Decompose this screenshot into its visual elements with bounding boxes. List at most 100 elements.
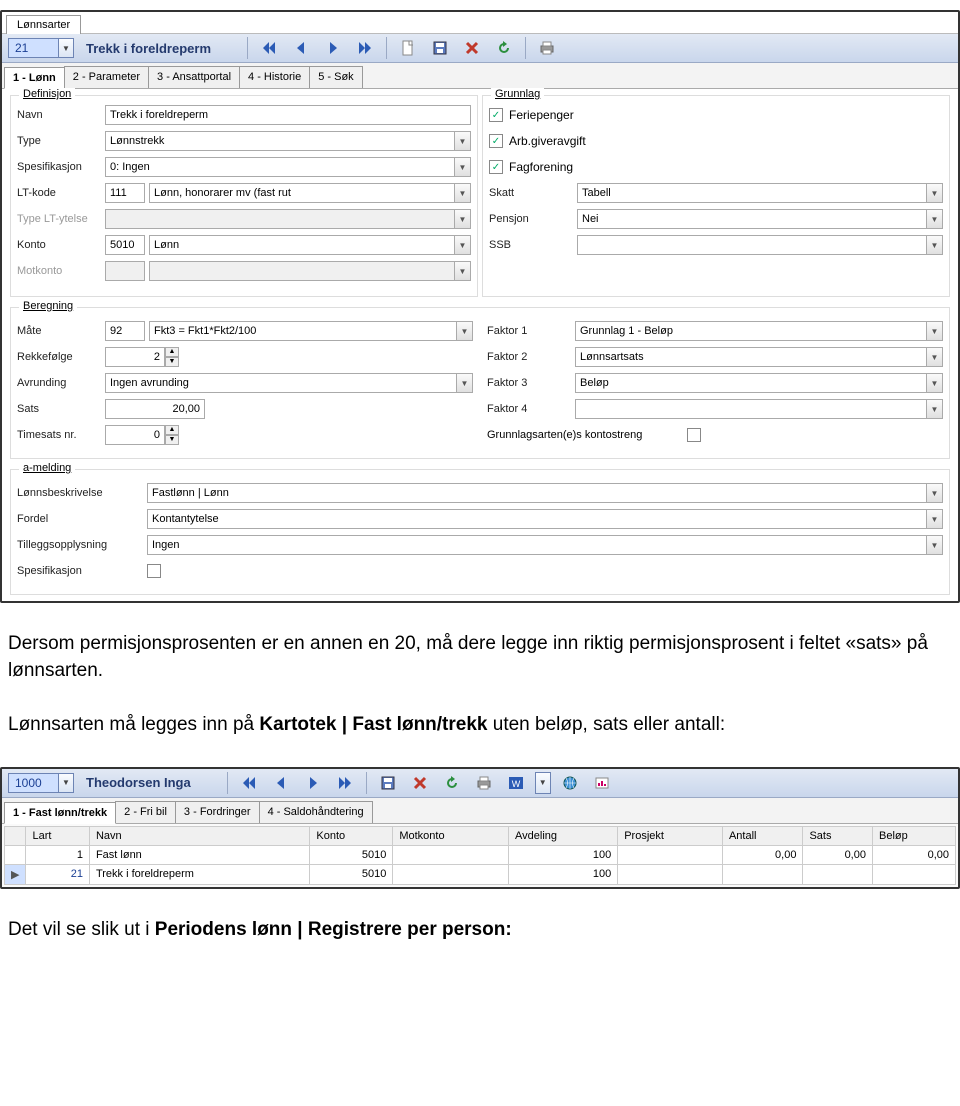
navn-input[interactable] [105, 105, 471, 125]
tab-fastlonn[interactable]: 1 - Fast lønn/trekk [4, 802, 116, 824]
th-lart[interactable]: Lart [26, 826, 89, 845]
rekke-input[interactable] [105, 347, 165, 367]
window-tab-lonnsarter[interactable]: Lønnsarter [6, 15, 81, 34]
spesifikasjon-input[interactable] [105, 157, 455, 177]
tab-fribil[interactable]: 2 - Fri bil [115, 801, 176, 823]
chevron-down-icon[interactable]: ▼ [927, 347, 943, 367]
th-prosjekt[interactable]: Prosjekt [618, 826, 723, 845]
th-avdeling[interactable]: Avdeling [509, 826, 618, 845]
help-button[interactable] [557, 772, 583, 794]
chevron-down-icon[interactable]: ▼ [927, 483, 943, 503]
table-row[interactable]: ▶ 21 Trekk i foreldreperm 5010 100 [5, 864, 956, 884]
first-button[interactable] [256, 37, 282, 59]
new-button[interactable] [395, 37, 421, 59]
tab-parameter[interactable]: 2 - Parameter [64, 66, 149, 88]
chevron-down-icon[interactable]: ▼ [455, 131, 471, 151]
cell-lart[interactable]: 1 [26, 845, 89, 864]
chevron-down-icon[interactable]: ▼ [457, 373, 473, 393]
faktor4-input[interactable] [575, 399, 927, 419]
tab-sok[interactable]: 5 - Søk [309, 66, 362, 88]
id-combo[interactable]: 21 ▼ [8, 38, 74, 58]
lonnsbesk-input[interactable] [147, 483, 927, 503]
print-button[interactable] [534, 37, 560, 59]
th-antall[interactable]: Antall [722, 826, 802, 845]
first-button[interactable] [236, 772, 262, 794]
chevron-down-icon[interactable]: ▼ [927, 183, 943, 203]
save-button[interactable] [375, 772, 401, 794]
fastlonn-grid[interactable]: Lart Navn Konto Motkonto Avdeling Prosje… [4, 826, 956, 885]
chevron-down-icon[interactable]: ▼ [927, 321, 943, 341]
cell-prosjekt[interactable] [618, 864, 723, 884]
sats-input[interactable] [105, 399, 205, 419]
cell-antall[interactable]: 0,00 [722, 845, 802, 864]
pensjon-input[interactable] [577, 209, 927, 229]
cell-navn[interactable]: Fast lønn [89, 845, 309, 864]
cell-sats[interactable] [803, 864, 873, 884]
tab-ansattportal[interactable]: 3 - Ansattportal [148, 66, 240, 88]
last-button[interactable] [332, 772, 358, 794]
refresh-button[interactable] [439, 772, 465, 794]
next-button[interactable] [320, 37, 346, 59]
tab-historie[interactable]: 4 - Historie [239, 66, 310, 88]
chevron-down-icon[interactable]: ▼ [455, 183, 471, 203]
cell-antall[interactable] [722, 864, 802, 884]
spes-checkbox[interactable] [147, 564, 161, 578]
tab-saldo[interactable]: 4 - Saldohåndtering [259, 801, 373, 823]
delete-button[interactable] [407, 772, 433, 794]
mate-code-input[interactable] [105, 321, 145, 341]
type-input[interactable] [105, 131, 455, 151]
chevron-down-icon[interactable]: ▼ [927, 509, 943, 529]
arbgiver-checkbox[interactable] [489, 134, 503, 148]
chevron-down-icon[interactable]: ▼ [58, 38, 74, 58]
chevron-down-icon[interactable]: ▼ [927, 209, 943, 229]
chevron-down-icon[interactable]: ▼ [535, 772, 551, 794]
th-sats[interactable]: Sats [803, 826, 873, 845]
cell-konto[interactable]: 5010 [310, 864, 393, 884]
chevron-down-icon[interactable]: ▼ [58, 773, 74, 793]
avrunding-input[interactable] [105, 373, 457, 393]
delete-button[interactable] [459, 37, 485, 59]
print-button[interactable] [471, 772, 497, 794]
refresh-button[interactable] [491, 37, 517, 59]
kontostreng-checkbox[interactable] [687, 428, 701, 442]
report-button[interactable] [589, 772, 615, 794]
up-icon[interactable]: ▲ [165, 347, 179, 357]
cell-prosjekt[interactable] [618, 845, 723, 864]
ssb-input[interactable] [577, 235, 927, 255]
chevron-down-icon[interactable]: ▼ [927, 535, 943, 555]
faktor2-input[interactable] [575, 347, 927, 367]
word-button[interactable]: W [503, 772, 529, 794]
next-button[interactable] [300, 772, 326, 794]
ltkode-code-input[interactable] [105, 183, 145, 203]
ltkode-input[interactable] [149, 183, 455, 203]
chevron-down-icon[interactable]: ▼ [927, 235, 943, 255]
skatt-input[interactable] [577, 183, 927, 203]
tillegg-input[interactable] [147, 535, 927, 555]
fordel-input[interactable] [147, 509, 927, 529]
cell-belop[interactable] [872, 864, 955, 884]
mate-input[interactable] [149, 321, 457, 341]
cell-lart[interactable]: 21 [26, 864, 89, 884]
last-button[interactable] [352, 37, 378, 59]
cell-konto[interactable]: 5010 [310, 845, 393, 864]
rekke-spinner[interactable]: ▲▼ [165, 347, 179, 367]
id-input[interactable]: 21 [8, 38, 58, 58]
id-input[interactable]: 1000 [8, 773, 58, 793]
chevron-down-icon[interactable]: ▼ [455, 235, 471, 255]
tab-fordringer[interactable]: 3 - Fordringer [175, 801, 260, 823]
konto-input[interactable] [149, 235, 455, 255]
chevron-down-icon[interactable]: ▼ [927, 373, 943, 393]
th-belop[interactable]: Beløp [872, 826, 955, 845]
feriepenger-checkbox[interactable] [489, 108, 503, 122]
save-button[interactable] [427, 37, 453, 59]
th-motkonto[interactable]: Motkonto [393, 826, 509, 845]
cell-sats[interactable]: 0,00 [803, 845, 873, 864]
chevron-down-icon[interactable]: ▼ [457, 321, 473, 341]
cell-motkonto[interactable] [393, 864, 509, 884]
cell-belop[interactable]: 0,00 [872, 845, 955, 864]
timesats-spinner[interactable]: ▲▼ [165, 425, 179, 445]
id-combo[interactable]: 1000 ▼ [8, 773, 74, 793]
th-konto[interactable]: Konto [310, 826, 393, 845]
chevron-down-icon[interactable]: ▼ [927, 399, 943, 419]
down-icon[interactable]: ▼ [165, 357, 179, 367]
